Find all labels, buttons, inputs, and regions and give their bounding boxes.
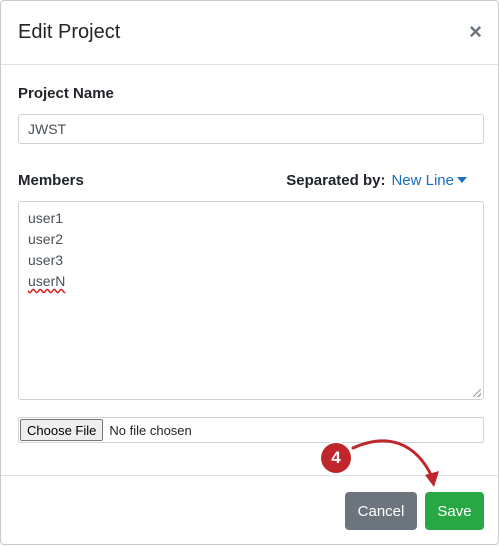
separator-dropdown-value: New Line	[391, 172, 454, 189]
separator-dropdown[interactable]: New Line	[391, 172, 467, 189]
file-input: Choose File No file chosen	[18, 417, 484, 443]
member-line: user1	[28, 210, 64, 226]
member-line: userN	[28, 273, 66, 289]
resize-grip-icon[interactable]	[473, 389, 481, 397]
cancel-button[interactable]: Cancel	[345, 492, 417, 530]
separator-selector: Separated by: New Line	[286, 172, 467, 189]
members-label: Members	[18, 172, 84, 189]
project-name-input[interactable]	[18, 114, 484, 144]
save-button[interactable]: Save	[425, 492, 484, 530]
member-line: user3	[28, 252, 64, 268]
edit-project-dialog: Edit Project × Project Name Members Sepa…	[0, 0, 499, 545]
member-line: user2	[28, 231, 64, 247]
dialog-title: Edit Project	[18, 21, 121, 43]
caret-down-icon	[457, 176, 467, 183]
members-textarea[interactable]: user1 user2 user3 userN	[18, 201, 484, 400]
dialog-footer	[1, 475, 498, 545]
project-name-label: Project Name	[18, 85, 114, 102]
separator-label: Separated by:	[286, 172, 386, 189]
step-number-badge: 4	[321, 443, 351, 473]
file-status-text: No file chosen	[109, 422, 192, 438]
dialog-header: Edit Project ×	[1, 1, 498, 65]
choose-file-button[interactable]: Choose File	[20, 419, 104, 441]
close-icon[interactable]: ×	[469, 21, 482, 43]
